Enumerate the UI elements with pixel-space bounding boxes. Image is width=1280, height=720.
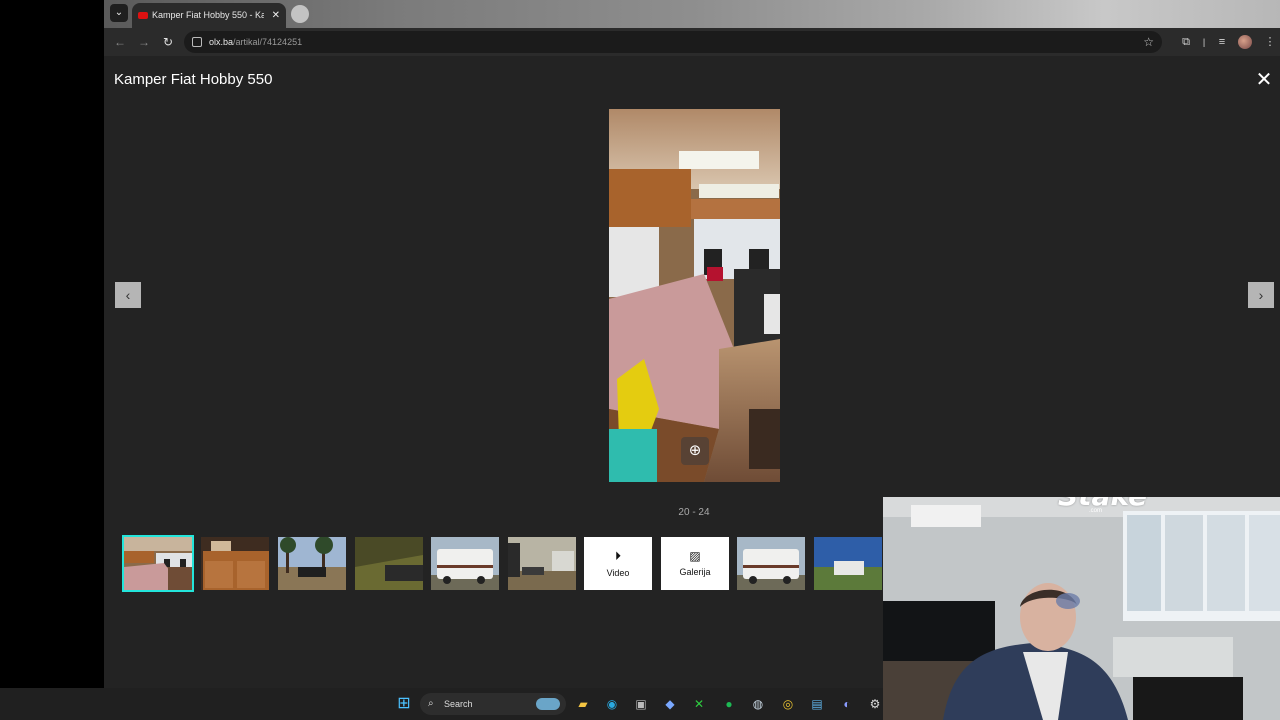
desktop-edge — [0, 0, 104, 688]
thumbnail-camper-white[interactable] — [431, 537, 499, 590]
search-icon: ⌕ — [428, 698, 434, 709]
store-icon[interactable]: ▣ — [632, 695, 650, 713]
play-circle-icon: ⏵ — [614, 549, 621, 563]
thumbnail-image — [201, 537, 269, 590]
thumbnail-image — [278, 537, 346, 590]
prev-image-button[interactable]: ‹ — [115, 282, 141, 308]
thumbnail-interior-bed[interactable] — [122, 535, 194, 592]
gallery-button[interactable]: ▨ Galerija — [661, 537, 729, 590]
close-icon[interactable]: ✕ — [1254, 70, 1274, 90]
file-explorer-icon[interactable]: ▰ — [574, 695, 592, 713]
thumbnail-camper-sky[interactable] — [814, 537, 882, 590]
tab-title: Kamper Fiat Hobby 550 - Kamp — [152, 10, 264, 20]
discord-icon[interactable]: ◐ — [838, 695, 856, 713]
webcam-feed — [883, 497, 1280, 720]
notepad-icon[interactable]: ▤ — [808, 695, 826, 713]
stake-logo-sub: .com — [1089, 508, 1103, 514]
thumbnail-image — [508, 537, 576, 590]
media-controls-icon[interactable]: ≡ — [1214, 34, 1230, 50]
search-highlight-icon — [536, 698, 560, 710]
video-label: Video — [606, 568, 630, 578]
image-icon: ▨ — [689, 549, 701, 563]
url-text: olx.ba/artikal/74124251 — [209, 31, 302, 53]
taskbar-search-label: Search — [444, 699, 473, 709]
thumbnail-image — [814, 537, 882, 590]
thumbnail-image — [124, 537, 192, 590]
steam-icon[interactable]: ◍ — [749, 695, 767, 713]
thumbnail-camper-white-2[interactable] — [737, 537, 805, 590]
thumbnail-camp-table[interactable] — [508, 537, 576, 590]
spotify-icon[interactable]: ● — [720, 695, 738, 713]
browser-toolbar: ← → ↻ olx.ba/artikal/74124251 ☆ ⧉ | ≡ ⋮ — [104, 28, 1280, 56]
new-tab-button[interactable] — [291, 5, 309, 23]
extensions-icon[interactable]: ⧉ — [1178, 34, 1194, 50]
thumbnail-image — [431, 537, 499, 590]
windows-taskbar: ⊞ ⌕ Search ▰ ◉ ▣ ◆ ✕ ● ◍ ◎ ▤ ◐ ⚙ — [0, 688, 883, 720]
main-photo[interactable]: ⊕ — [609, 109, 780, 482]
thumbnail-forest-camp[interactable] — [278, 537, 346, 590]
settings-icon[interactable]: ⚙ — [866, 695, 884, 713]
tab-search-button[interactable]: ⌄ — [110, 4, 128, 22]
page-title: Kamper Fiat Hobby 550 — [114, 71, 273, 88]
bookmark-star-icon[interactable]: ☆ — [1143, 31, 1154, 53]
thumbnail-strip: ⏵ Video ▨ Galerija — [122, 535, 884, 592]
forward-icon[interactable]: → — [136, 34, 152, 50]
toolbar-divider: | — [1202, 37, 1206, 47]
image-counter: 20 - 24 — [678, 507, 710, 518]
olx-favicon-icon — [138, 12, 148, 19]
url-path: /artikal/74124251 — [233, 37, 303, 47]
webcam-overlay: Stake .com — [883, 497, 1280, 720]
next-image-button[interactable]: › — [1248, 282, 1274, 308]
thumbnail-cabinets[interactable] — [201, 537, 269, 590]
camper-interior-image — [609, 109, 780, 482]
windows-start-icon[interactable]: ⊞ — [395, 695, 413, 713]
video-button[interactable]: ⏵ Video — [584, 537, 652, 590]
menu-kebab-icon[interactable]: ⋮ — [1262, 34, 1278, 50]
xbox-icon[interactable]: ✕ — [690, 695, 708, 713]
site-info-icon[interactable] — [192, 37, 202, 47]
app-icon[interactable]: ◆ — [661, 695, 679, 713]
chrome-icon[interactable]: ◎ — [779, 695, 797, 713]
zoom-icon[interactable]: ⊕ — [681, 437, 709, 465]
taskbar-search[interactable]: ⌕ Search — [420, 693, 566, 715]
stake-logo: Stake — [1058, 497, 1147, 512]
back-icon[interactable]: ← — [112, 34, 128, 50]
url-host: olx.ba — [209, 37, 234, 47]
profile-avatar[interactable] — [1238, 35, 1252, 49]
thumbnail-field-dark[interactable] — [355, 537, 423, 590]
gallery-label: Galerija — [679, 567, 711, 577]
thumbnail-image — [355, 537, 423, 590]
reload-icon[interactable]: ↻ — [160, 34, 176, 50]
tab-close-icon[interactable]: ✕ — [272, 3, 280, 28]
tab-strip: ⌄ Kamper Fiat Hobby 550 - Kamp ✕ — [104, 0, 1280, 28]
edge-icon[interactable]: ◉ — [603, 695, 621, 713]
tab-active[interactable]: Kamper Fiat Hobby 550 - Kamp ✕ — [132, 3, 286, 28]
address-bar[interactable]: olx.ba/artikal/74124251 ☆ — [184, 31, 1162, 53]
thumbnail-image — [737, 537, 805, 590]
